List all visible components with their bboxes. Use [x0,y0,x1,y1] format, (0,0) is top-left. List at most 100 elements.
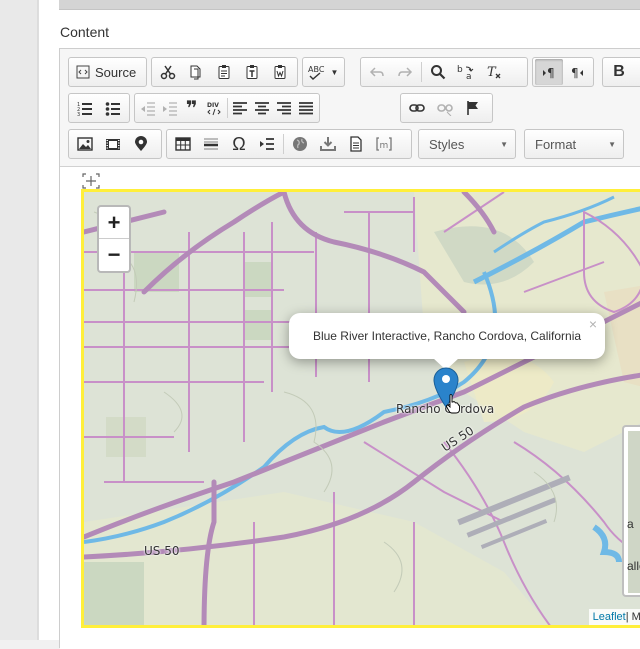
undo-button[interactable] [363,59,391,85]
justify-button[interactable] [295,95,317,121]
paste-text-button[interactable] [238,59,266,85]
search-icon [431,65,446,80]
div-icon: DIV [207,102,221,116]
align-right-button[interactable] [273,95,295,121]
svg-text:ABC: ABC [308,65,325,74]
content-field-label: Content [60,24,110,40]
numbered-list-button[interactable]: 123 [71,95,99,121]
flag-icon [467,101,478,115]
editor-content-area[interactable]: Rancho Cordova US 50 US 50 + − Blue Rive… [60,168,640,649]
rtl-icon: ¶ [571,66,583,80]
blockquote-button[interactable]: ❞ [181,95,203,121]
align-left-icon [233,102,248,115]
align-center-button[interactable] [251,95,273,121]
replace-button[interactable]: ba [452,59,480,85]
map-widget[interactable]: Rancho Cordova US 50 US 50 + − Blue Rive… [81,189,640,628]
indent-button[interactable] [159,95,181,121]
find-button[interactable] [424,59,452,85]
bulleted-list-button[interactable] [99,95,127,121]
horizontal-rule-button[interactable] [197,131,225,157]
cut-button[interactable] [154,59,182,85]
zoom-out-button[interactable]: − [99,239,129,271]
link-button[interactable] [403,95,431,121]
highway-label: US 50 [144,544,180,558]
leaflet-link[interactable]: Leaflet [593,611,626,623]
source-icon [76,65,90,79]
replace-icon: ba [457,65,474,80]
toolbar-separator [283,134,284,154]
toolbar-group-document: Source [68,57,147,87]
toolbar-group-media [68,129,162,159]
unlink-button[interactable] [431,95,459,121]
spellcheck-button[interactable]: ABC ▼ [305,59,341,85]
svg-text:a: a [466,72,472,80]
editor-toolbar: Source ABC ▼ b a T ¶ ¶ B 1 2 3 ❞ DIV Ω m… [60,49,640,167]
svg-text:¶: ¶ [571,66,579,80]
svg-text:T: T [487,65,497,80]
left-gutter [0,0,38,640]
toolbar-separator [226,98,228,118]
widget-drag-handle-icon[interactable] [82,173,100,189]
image-icon [77,137,93,151]
justify-icon [299,102,314,115]
toolbar-group-editing: ba T [360,57,528,87]
image-button[interactable] [71,131,99,157]
page-break-icon [260,138,274,150]
anchor-button[interactable] [459,95,487,121]
styles-dropdown[interactable]: Styles ▼ [418,129,516,159]
numbered-list-icon: 123 [77,102,92,116]
table-icon [175,137,191,151]
paste-word-button[interactable] [266,59,294,85]
map-attribution: Leaflet | Map [588,609,640,625]
format-dropdown[interactable]: Format ▼ [524,129,624,159]
undo-icon [369,67,384,77]
iframe-button[interactable] [286,131,314,157]
film-icon [106,139,120,150]
styles-dropdown-label: Styles [429,136,465,152]
copy-button[interactable] [182,59,210,85]
outdent-button[interactable] [137,95,159,121]
popup-text: Blue River Interactive, Rancho Cordova, … [312,329,582,343]
redo-button[interactable] [391,59,419,85]
layer-text: a [627,517,634,531]
document-icon [350,136,362,152]
document-button[interactable] [342,131,370,157]
toolbar-group-spell: ABC ▼ [302,57,345,87]
create-div-button[interactable]: DIV [203,95,225,121]
bulleted-list-icon [105,102,120,116]
spellcheck-icon: ABC [308,65,325,80]
form-panel: Content Source ABC ▼ b a T ¶ ¶ B 1 2 3 ❞… [38,0,640,649]
quote-icon: ❞ [185,97,198,120]
page-break-button[interactable] [253,131,281,157]
table-button[interactable] [169,131,197,157]
paste-word-icon [274,65,286,79]
align-right-icon [277,102,292,115]
special-char-button[interactable]: Ω [225,131,253,157]
source-label: Source [95,64,137,80]
hand-cursor-icon [446,394,460,414]
horizontal-rule-icon [204,138,218,150]
zoom-in-button[interactable]: + [99,207,129,239]
text-direction-ltr-button[interactable]: ¶ [535,59,563,85]
layer-switcher[interactable]: a alle [622,425,640,597]
indent-icon [162,102,177,116]
toolbar-group-direction: ¶ ¶ [532,57,594,87]
toolbar-group-lists: 123 [68,93,130,123]
chevron-down-icon: ▼ [330,67,339,77]
show-blocks-button[interactable]: m [370,131,398,157]
remove-format-button[interactable]: T [480,59,508,85]
paste-button[interactable] [210,59,238,85]
download-button[interactable] [314,131,342,157]
source-button[interactable]: Source [71,59,141,85]
align-left-button[interactable] [229,95,251,121]
map-tiles[interactable] [84,192,640,628]
popup-close-button[interactable]: × [589,316,597,332]
map-marker-button[interactable] [127,131,155,157]
film-button[interactable] [99,131,127,157]
chevron-down-icon: ▼ [608,139,616,149]
ltr-icon: ¶ [543,66,555,80]
chevron-down-icon: ▼ [500,139,508,149]
svg-text:DIV: DIV [207,102,219,109]
bold-button[interactable]: B [605,59,633,85]
text-direction-rtl-button[interactable]: ¶ [563,59,591,85]
